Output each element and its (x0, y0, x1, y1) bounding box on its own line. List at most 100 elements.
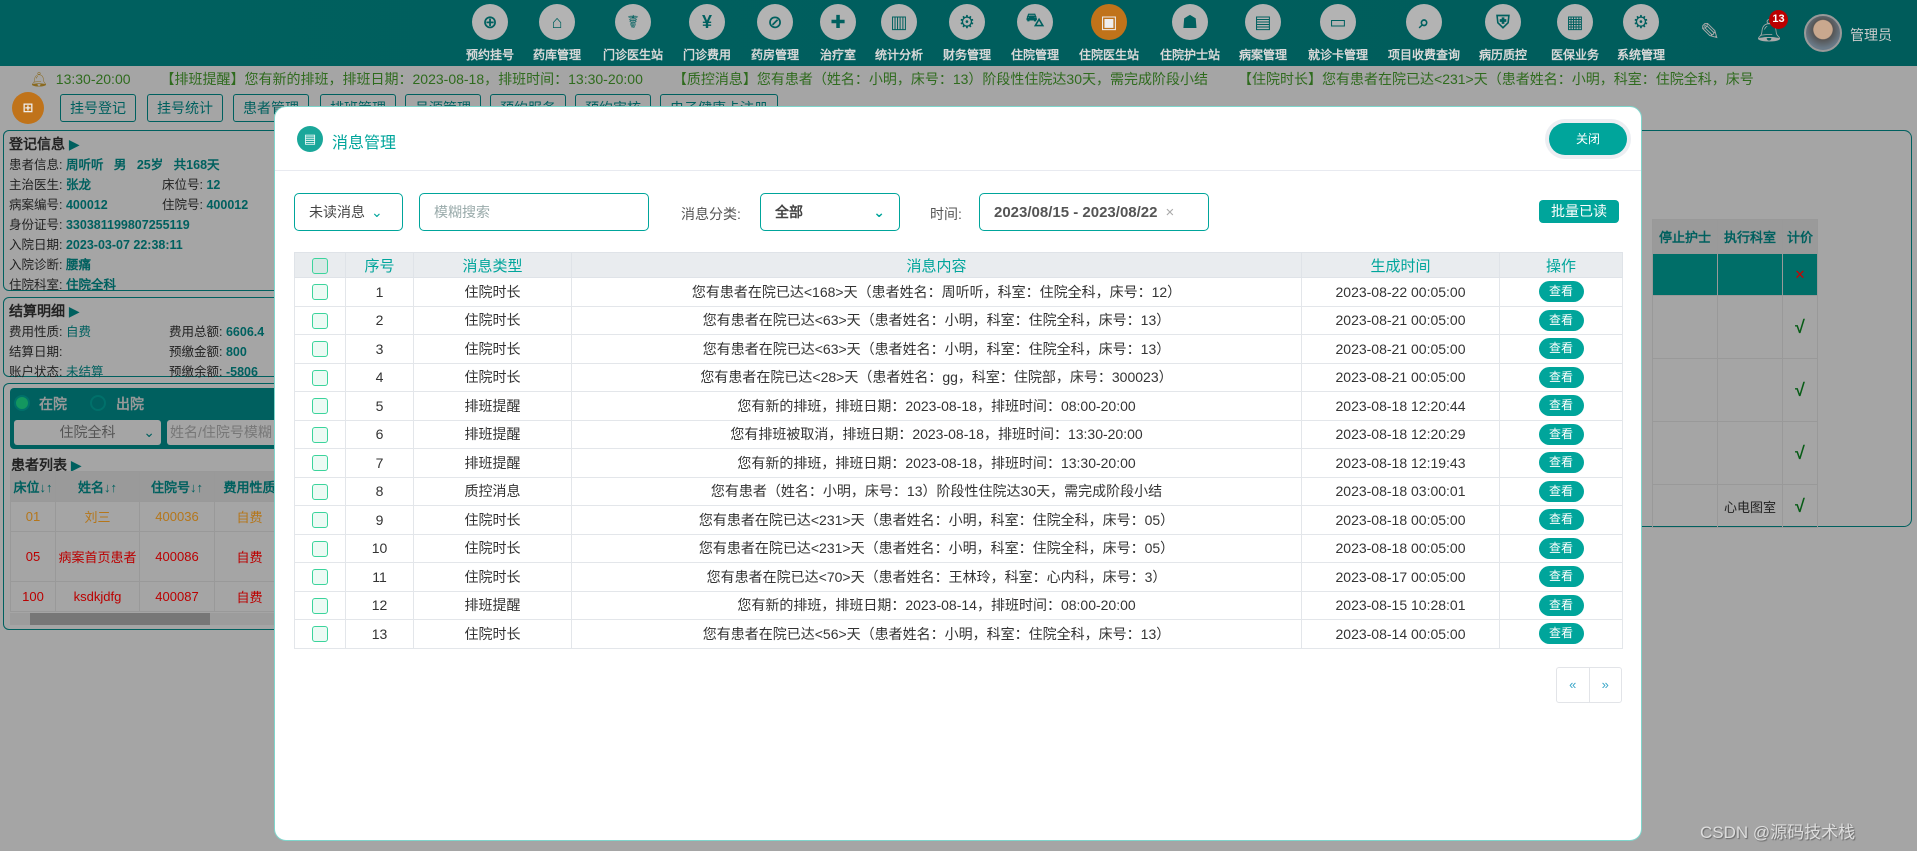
view-button[interactable]: 查看 (1538, 480, 1584, 502)
view-button[interactable]: 查看 (1538, 594, 1584, 616)
read-status-select[interactable]: 未读消息 ⌄ (294, 193, 403, 231)
row-select[interactable] (294, 391, 346, 421)
select-all-checkbox[interactable] (312, 257, 328, 274)
category-select[interactable]: 全部 ⌄ (760, 193, 900, 231)
ticker-message[interactable]: 【住院时长】您有患者在院已达<231>天（患者姓名：小明，科室：住院全科，床号 (1238, 71, 1754, 87)
row-select[interactable] (294, 419, 346, 449)
col-time: 生成时间 (1301, 252, 1500, 278)
prev-page-button[interactable]: « (1557, 668, 1590, 702)
row-select[interactable] (294, 590, 346, 620)
nav-item[interactable]: ☤ 门诊医生站 (593, 4, 673, 63)
username[interactable]: 管理员 (1850, 25, 1892, 45)
table-row: 11 住院时长 您有患者在院已达<70>天（患者姓名：王林玲，科室：心内科，床号… (294, 562, 1623, 592)
view-button[interactable]: 查看 (1538, 338, 1584, 360)
nav-item[interactable]: ⛍ 住院管理 (995, 4, 1075, 63)
row-select[interactable] (294, 562, 346, 592)
message-content: 您有患者在院已达<231>天（患者姓名：小明，科室：住院全科，床号：05） (571, 505, 1302, 535)
close-button[interactable]: 关闭 (1549, 123, 1627, 155)
department-select[interactable]: 住院全科 ⌄ (14, 420, 161, 445)
date-range-input[interactable]: 2023/08/15 - 2023/08/22 × (979, 193, 1209, 231)
clear-icon[interactable]: × (1165, 204, 1174, 221)
nav-item[interactable]: ⌂ 药库管理 (517, 4, 597, 63)
row-checkbox[interactable] (312, 597, 328, 614)
table-row[interactable]: 05 病案首页患者 400086 自费 (10, 531, 285, 582)
col-bed[interactable]: 床位↓↑ (10, 471, 56, 502)
row-checkbox[interactable] (312, 626, 328, 643)
row-checkbox[interactable] (312, 284, 328, 301)
table-row[interactable]: √ (1652, 358, 1818, 422)
row-select[interactable] (294, 476, 346, 506)
fuzzy-search-input[interactable]: 模糊搜索 (419, 193, 649, 231)
row-checkbox[interactable] (312, 312, 328, 329)
row-checkbox[interactable] (312, 540, 328, 557)
view-button[interactable]: 查看 (1538, 309, 1584, 331)
view-button[interactable]: 查看 (1538, 537, 1584, 559)
view-button[interactable]: 查看 (1538, 452, 1584, 474)
nav-item[interactable]: ⌕ 项目收费查询 (1384, 4, 1464, 63)
toolbar-button[interactable]: 挂号登记 (60, 94, 136, 122)
row-select[interactable] (294, 505, 346, 535)
row-checkbox[interactable] (312, 398, 328, 415)
message-content: 您有患者在院已达<63>天（患者姓名：小明，科室：住院全科，床号：13） (571, 305, 1302, 335)
view-button[interactable]: 查看 (1538, 623, 1584, 645)
ticker-message[interactable]: 【排班提醒】您有新的排班，排班日期：2023-08-18，排班时间：13:30-… (161, 71, 643, 87)
table-row[interactable]: 心电图室 √ (1652, 484, 1818, 528)
nav-item[interactable]: ⚙ 系统管理 (1601, 4, 1681, 63)
row-checkbox[interactable] (312, 369, 328, 386)
row-checkbox[interactable] (312, 455, 328, 472)
row-select[interactable] (294, 277, 346, 307)
message-type: 住院时长 (413, 305, 572, 335)
table-row[interactable]: ✕ (1652, 253, 1818, 296)
col-inpatient[interactable]: 住院号↓↑ (139, 471, 215, 502)
expand-arrow-icon[interactable]: ▶ (69, 303, 80, 319)
table-row[interactable]: 100 ksdkjdfg 400087 自费 (10, 581, 285, 612)
radio-discharged[interactable] (90, 395, 106, 411)
shield-doc-icon: ⛨ (1485, 4, 1521, 40)
row-checkbox[interactable] (312, 512, 328, 529)
row-select[interactable] (294, 533, 346, 563)
row-select[interactable] (294, 362, 346, 392)
row-checkbox[interactable] (312, 341, 328, 358)
toolbar-button[interactable]: 挂号统计 (147, 94, 223, 122)
row-select[interactable] (294, 334, 346, 364)
row-select[interactable] (294, 448, 346, 478)
pencil-icon[interactable]: ✎ (1700, 18, 1720, 47)
row-index: 13 (345, 619, 414, 649)
expand-arrow-icon[interactable]: ▶ (69, 136, 80, 152)
view-button[interactable]: 查看 (1538, 509, 1584, 531)
view-button[interactable]: 查看 (1538, 366, 1584, 388)
row-select[interactable] (294, 305, 346, 335)
table-row[interactable]: √ (1652, 421, 1818, 485)
nav-item[interactable]: ☗ 住院护士站 (1150, 4, 1230, 63)
label: 主治医生: (9, 178, 63, 192)
view-button[interactable]: 查看 (1538, 281, 1584, 303)
table-row[interactable]: √ (1652, 295, 1818, 359)
doctor: 张龙 (65, 178, 91, 192)
col-name[interactable]: 姓名↓↑ (55, 471, 140, 502)
select-all-header[interactable] (294, 252, 346, 278)
avatar[interactable] (1804, 14, 1842, 52)
nav-item[interactable]: ▭ 就诊卡管理 (1298, 4, 1378, 63)
nav-item[interactable]: ⛨ 病历质控 (1463, 4, 1543, 63)
row-checkbox[interactable] (312, 569, 328, 586)
row-select[interactable] (294, 619, 346, 649)
radio-in-hospital[interactable] (14, 395, 30, 411)
label: 预缴金额: (169, 345, 223, 359)
label: 费用总额: (169, 325, 223, 339)
label: 账户状态: (9, 365, 63, 379)
row-checkbox[interactable] (312, 426, 328, 443)
ticker-message[interactable]: 【质控消息】您有患者（姓名：小明，床号：13）阶段性住院达30天，需完成阶段小结 (673, 71, 1208, 87)
next-page-button[interactable]: » (1590, 668, 1622, 702)
horizontal-scrollbar[interactable] (10, 613, 292, 625)
view-button[interactable]: 查看 (1538, 566, 1584, 588)
diagnosis: 腰痛 (65, 258, 91, 272)
table-row[interactable]: 01 刘三 400036 自费 (10, 501, 285, 532)
nav-item[interactable]: ▤ 病案管理 (1223, 4, 1303, 63)
view-button[interactable]: 查看 (1538, 395, 1584, 417)
batch-mark-read-button[interactable]: 批量已读 (1539, 200, 1619, 223)
view-button[interactable]: 查看 (1538, 423, 1584, 445)
row-checkbox[interactable] (312, 483, 328, 500)
label: 入院诊断: (9, 258, 63, 272)
stay-days: 共168天 (173, 158, 220, 172)
nav-item[interactable]: ▣ 住院医生站 (1069, 4, 1149, 63)
